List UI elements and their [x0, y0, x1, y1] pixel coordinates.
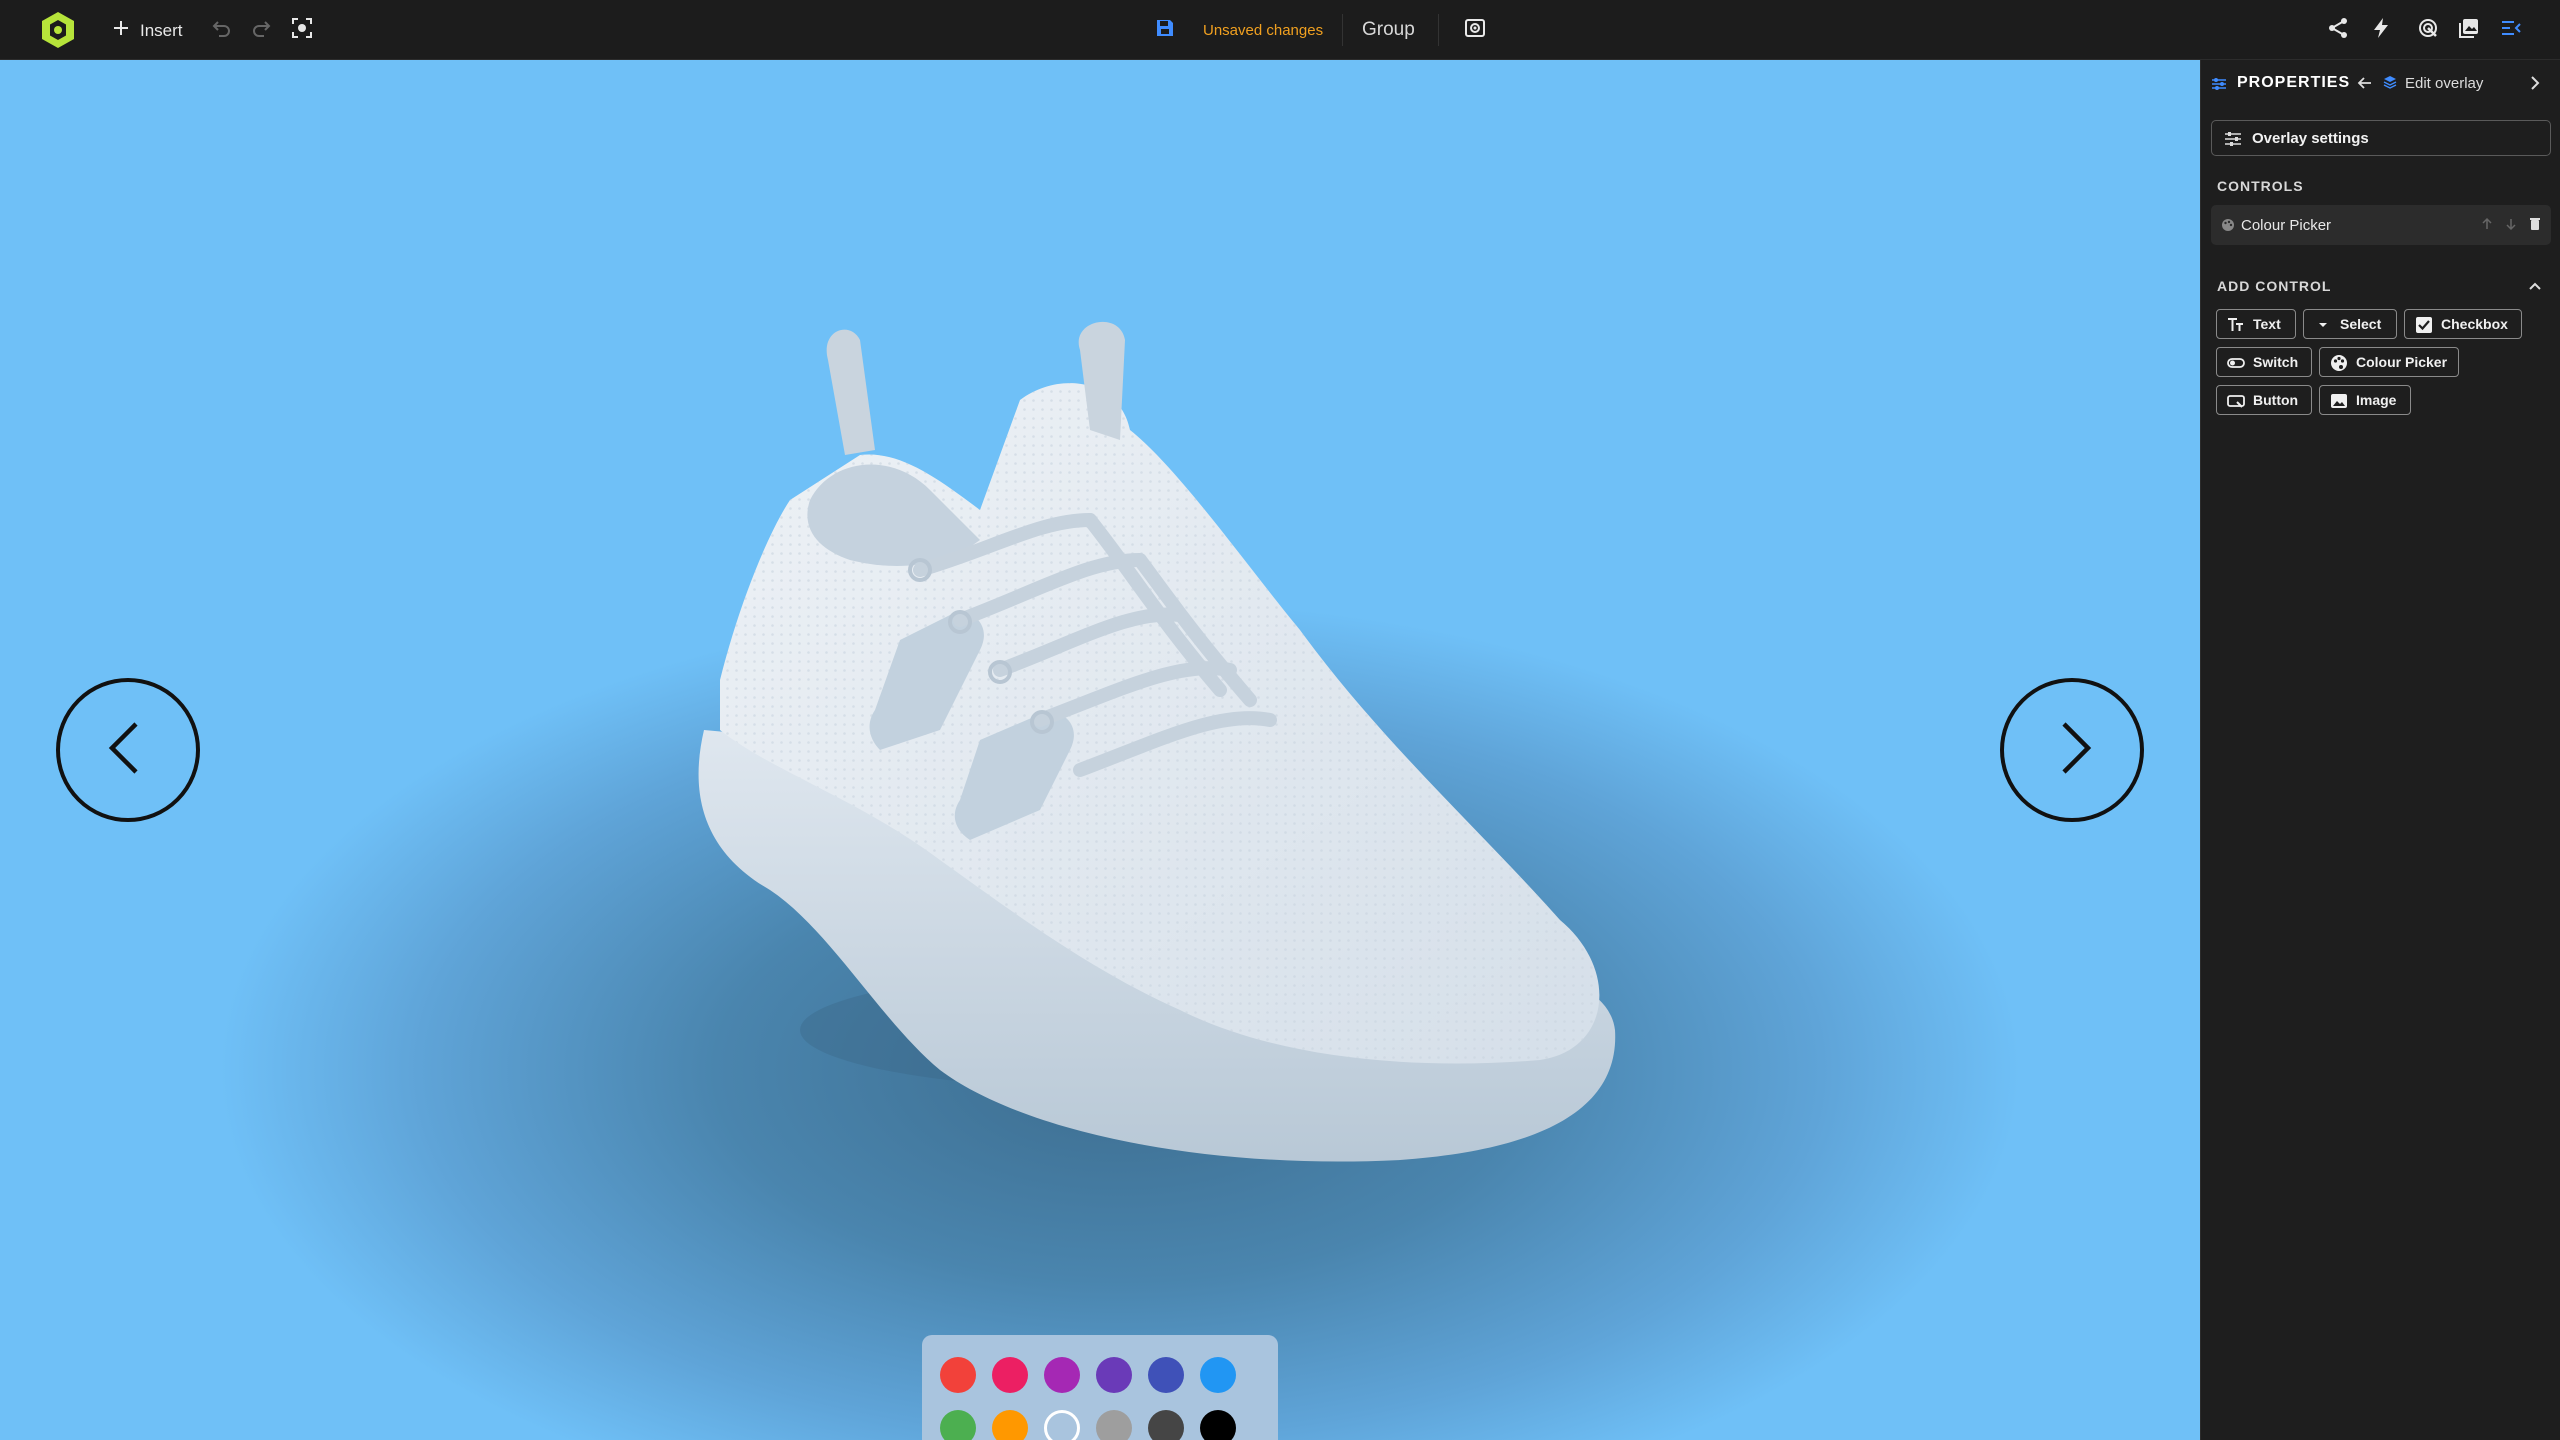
chip-label: Text	[2253, 316, 2281, 332]
overlay-settings-label: Overlay settings	[2252, 129, 2369, 147]
chip-label: Select	[2340, 316, 2382, 332]
save-icon	[1154, 17, 1176, 44]
add-select-control-button[interactable]: Select	[2303, 309, 2397, 339]
back-arrow-icon[interactable]	[2357, 75, 2373, 96]
toggle-icon	[2227, 354, 2245, 372]
control-item-colour-picker[interactable]: Colour Picker	[2211, 205, 2551, 245]
controls-section-title: CONTROLS	[2217, 178, 2304, 194]
chevron-up-icon[interactable]	[2527, 278, 2543, 299]
divider	[1438, 14, 1439, 46]
properties-panel: PROPERTIES Edit overlay Overlay settings…	[2200, 60, 2560, 1440]
checkbox-icon	[2415, 316, 2433, 334]
add-text-control-button[interactable]: Text	[2216, 309, 2296, 339]
redo-icon	[251, 17, 273, 44]
colour-swatch[interactable]	[1148, 1409, 1184, 1440]
focus-icon	[291, 17, 313, 44]
edit-overlay-breadcrumb[interactable]: Edit overlay	[2405, 75, 2483, 92]
add-colour-picker-control-button[interactable]: Colour Picker	[2319, 347, 2459, 377]
chip-label: Colour Picker	[2356, 354, 2448, 370]
scene-canvas[interactable]	[0, 60, 2200, 1440]
chevron-right-icon	[2042, 718, 2102, 783]
preview-icon	[1464, 17, 1486, 44]
add-image-control-button[interactable]: Image	[2319, 385, 2411, 415]
add-button-control-button[interactable]: Button	[2216, 385, 2312, 415]
sneaker-3d-model[interactable]	[660, 270, 1640, 1190]
chip-label: Checkbox	[2441, 316, 2508, 332]
move-up-icon[interactable]	[2481, 217, 2493, 235]
overlay-settings-button[interactable]: Overlay settings	[2211, 120, 2551, 156]
actions-button[interactable]	[2368, 17, 2394, 43]
colour-swatch[interactable]	[1096, 1356, 1132, 1393]
add-switch-control-button[interactable]: Switch	[2216, 347, 2312, 377]
undo-button[interactable]	[208, 17, 234, 43]
insert-label: Insert	[140, 20, 183, 40]
chevron-left-icon	[98, 718, 158, 783]
redo-button[interactable]	[249, 17, 275, 43]
colour-swatch[interactable]	[1200, 1356, 1236, 1393]
panel-icon	[2500, 17, 2522, 44]
control-item-label: Colour Picker	[2241, 216, 2332, 234]
add-control-section-title: ADD CONTROL	[2217, 278, 2332, 294]
image-gallery-icon	[2458, 17, 2480, 44]
undo-icon	[210, 17, 232, 44]
plus-icon	[112, 19, 130, 42]
colour-swatch[interactable]	[1200, 1409, 1236, 1440]
colour-swatch[interactable]	[940, 1409, 976, 1440]
delete-icon[interactable]	[2529, 217, 2541, 235]
app-logo[interactable]	[38, 10, 78, 50]
colour-swatch[interactable]	[992, 1409, 1028, 1440]
share-icon	[2327, 17, 2349, 44]
colour-swatch[interactable]	[940, 1356, 976, 1393]
colour-swatch[interactable]	[992, 1356, 1028, 1393]
unsaved-changes-status: Unsaved changes	[1203, 21, 1324, 39]
group-name[interactable]: Group	[1362, 19, 1415, 41]
button-icon	[2227, 392, 2245, 410]
properties-panel-toggle[interactable]	[2498, 17, 2524, 43]
focus-view-button[interactable]	[289, 17, 315, 43]
insert-button[interactable]: Insert	[112, 19, 183, 42]
save-button[interactable]	[1152, 17, 1178, 43]
layers-icon	[2383, 75, 2397, 94]
preview-button[interactable]	[1462, 17, 1488, 43]
dropdown-icon	[2314, 316, 2332, 334]
previous-arrow-button[interactable]	[56, 678, 200, 822]
divider	[1342, 14, 1343, 46]
move-down-icon[interactable]	[2505, 217, 2517, 235]
colour-picker-overlay	[922, 1335, 1278, 1440]
next-arrow-button[interactable]	[2000, 678, 2144, 822]
properties-header: PROPERTIES Edit overlay	[2201, 60, 2560, 108]
media-library-button[interactable]	[2456, 17, 2482, 43]
colour-swatch[interactable]	[1044, 1356, 1080, 1393]
add-checkbox-control-button[interactable]: Checkbox	[2404, 309, 2522, 339]
colour-swatch[interactable]	[1096, 1409, 1132, 1440]
image-icon	[2330, 392, 2348, 410]
chip-label: Switch	[2253, 354, 2299, 370]
colour-swatch[interactable]	[1148, 1356, 1184, 1393]
palette-icon	[2221, 218, 2235, 236]
palette-icon	[2330, 354, 2348, 372]
colour-swatch[interactable]	[1044, 1409, 1080, 1440]
sliders-icon	[2211, 76, 2227, 97]
share-button[interactable]	[2325, 17, 2351, 43]
lightning-icon	[2370, 17, 2392, 44]
top-toolbar: Insert Unsaved changes Group	[0, 0, 2560, 60]
target-button[interactable]	[2415, 17, 2441, 43]
target-icon	[2417, 17, 2439, 44]
panel-title: PROPERTIES	[2237, 74, 2351, 91]
chip-label: Button	[2253, 392, 2299, 408]
text-format-icon	[2227, 316, 2245, 334]
chevron-right-icon[interactable]	[2527, 75, 2543, 96]
settings-sliders-icon	[2224, 130, 2242, 152]
chip-label: Image	[2356, 392, 2397, 408]
